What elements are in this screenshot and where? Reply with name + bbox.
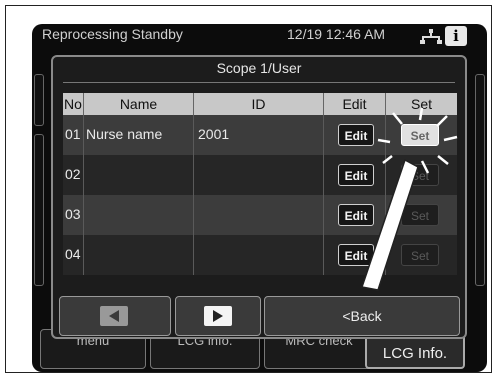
row-id: 2001 bbox=[198, 126, 230, 142]
table-header: No Name ID Edit Set bbox=[63, 93, 457, 115]
row-number: 01 bbox=[65, 126, 81, 142]
title-divider bbox=[63, 82, 455, 83]
table-row[interactable]: 03 Edit Set bbox=[63, 195, 457, 235]
background-edge-right bbox=[475, 74, 485, 286]
back-button[interactable]: <Back bbox=[264, 296, 460, 336]
dialog-title: Scope 1/User bbox=[216, 60, 302, 76]
column-header-edit: Edit bbox=[324, 93, 386, 115]
status-time: 12/19 12:46 AM bbox=[287, 26, 386, 42]
info-icon[interactable]: i bbox=[445, 26, 467, 46]
table-row[interactable]: 02 Edit Set bbox=[63, 155, 457, 195]
set-button[interactable]: Set bbox=[401, 124, 439, 146]
edit-button[interactable]: Edit bbox=[338, 204, 374, 226]
status-title: Reprocessing Standby bbox=[42, 26, 183, 42]
set-button-disabled: Set bbox=[401, 244, 439, 266]
scope-user-dialog: Scope 1/User No Name ID Edit Set 01 Nurs… bbox=[51, 55, 467, 339]
column-header-no: No bbox=[63, 93, 84, 115]
table-row[interactable]: 01 Nurse name 2001 Edit Set bbox=[63, 115, 457, 155]
row-number: 04 bbox=[65, 246, 81, 262]
column-header-set: Set bbox=[410, 96, 432, 112]
edit-button[interactable]: Edit bbox=[338, 244, 374, 266]
row-number: 02 bbox=[65, 166, 81, 182]
column-header-name: Name bbox=[84, 93, 194, 115]
network-icon bbox=[420, 29, 442, 44]
background-edge-left bbox=[34, 74, 44, 126]
edit-button[interactable]: Edit bbox=[338, 164, 374, 186]
next-page-button[interactable] bbox=[175, 296, 261, 336]
table-row[interactable]: 04 Edit Set bbox=[63, 235, 457, 275]
set-button-disabled: Set bbox=[401, 204, 439, 226]
row-number: 03 bbox=[65, 206, 81, 222]
set-button-disabled: Set bbox=[401, 164, 439, 186]
column-header-id: ID bbox=[194, 93, 324, 115]
user-table: No Name ID Edit Set 01 Nurse name 2001 E… bbox=[63, 93, 457, 275]
previous-page-button[interactable] bbox=[59, 296, 171, 336]
triangle-left-icon bbox=[100, 306, 128, 326]
row-name: Nurse name bbox=[86, 126, 163, 142]
triangle-right-icon bbox=[204, 306, 232, 326]
background-edge-left-2 bbox=[34, 134, 44, 286]
edit-button[interactable]: Edit bbox=[338, 124, 374, 146]
